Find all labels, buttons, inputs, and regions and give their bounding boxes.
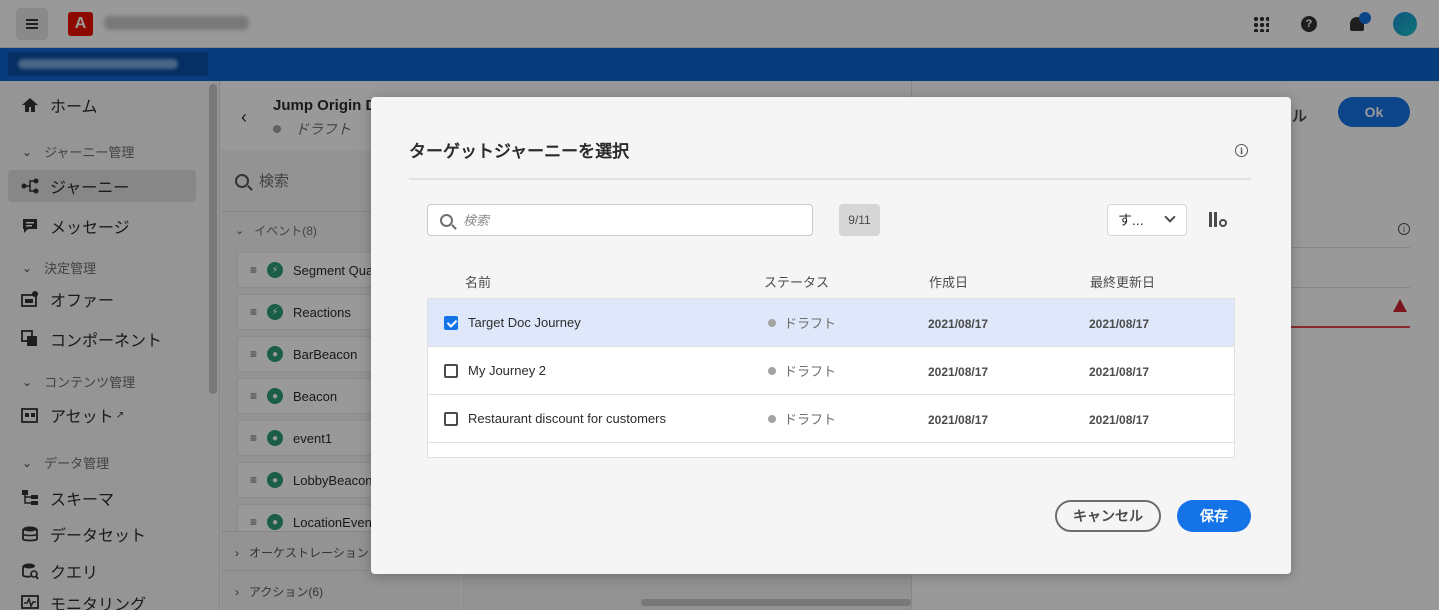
save-button[interactable]: 保存 [1177, 500, 1251, 532]
journey-status: ドラフト [768, 313, 836, 332]
row-checkbox[interactable] [444, 364, 458, 378]
column-bar [1214, 212, 1217, 227]
select-target-journey-dialog: ターゲットジャーニーを選択 i 9/11 す... 名前 ステータス 作成日 最… [371, 97, 1291, 574]
table-row[interactable]: Target Doc Journey ドラフト 2021/08/17 2021/… [428, 299, 1234, 347]
search-icon [440, 213, 453, 227]
table-row[interactable]: My Journey 2 ドラフト 2021/08/17 2021/08/17 [428, 347, 1234, 395]
journey-name: My Journey 2 [468, 363, 547, 378]
chevron-down-icon [1164, 211, 1176, 223]
status-filter-dropdown[interactable]: す... [1107, 204, 1187, 236]
created-date: 2021/08/17 [928, 317, 989, 331]
result-count-badge: 9/11 [839, 204, 880, 236]
journey-name: Restaurant discount for customers [468, 411, 666, 426]
status-dot [768, 318, 776, 327]
gear-icon [1219, 219, 1227, 227]
created-date: 2021/08/17 [928, 413, 989, 427]
column-header-modified[interactable]: 最終更新日 [1090, 272, 1155, 291]
modified-date: 2021/08/17 [1089, 413, 1150, 427]
dialog-title: ターゲットジャーニーを選択 [409, 142, 630, 161]
divider [409, 178, 1251, 180]
status-dot [768, 414, 776, 423]
info-icon[interactable]: i [1235, 144, 1248, 157]
status-label: ドラフト [784, 316, 837, 331]
status-label: ドラフト [784, 364, 837, 379]
row-checkbox[interactable] [444, 412, 458, 426]
modified-date: 2021/08/17 [1089, 317, 1150, 331]
journey-status: ドラフト [768, 361, 836, 380]
status-dot [768, 366, 776, 375]
journey-status: ドラフト [768, 409, 836, 428]
created-date: 2021/08/17 [928, 365, 989, 379]
column-bar [1209, 212, 1212, 227]
status-label: ドラフト [784, 412, 837, 427]
journey-search-field[interactable] [427, 204, 813, 236]
column-header-status[interactable]: ステータス [764, 272, 829, 291]
column-settings-icon[interactable] [1209, 210, 1229, 230]
row-checkbox[interactable] [444, 316, 458, 330]
table-row[interactable]: Restaurant discount for customers ドラフト 2… [428, 395, 1234, 443]
column-header-created[interactable]: 作成日 [929, 272, 968, 291]
journey-name: Target Doc Journey [468, 315, 581, 330]
cancel-button[interactable]: キャンセル [1055, 500, 1161, 532]
search-input[interactable] [463, 212, 793, 228]
column-header-name[interactable]: 名前 [465, 272, 491, 291]
modified-date: 2021/08/17 [1089, 365, 1150, 379]
filter-value: す... [1118, 212, 1144, 228]
journey-table: Target Doc Journey ドラフト 2021/08/17 2021/… [427, 298, 1235, 458]
